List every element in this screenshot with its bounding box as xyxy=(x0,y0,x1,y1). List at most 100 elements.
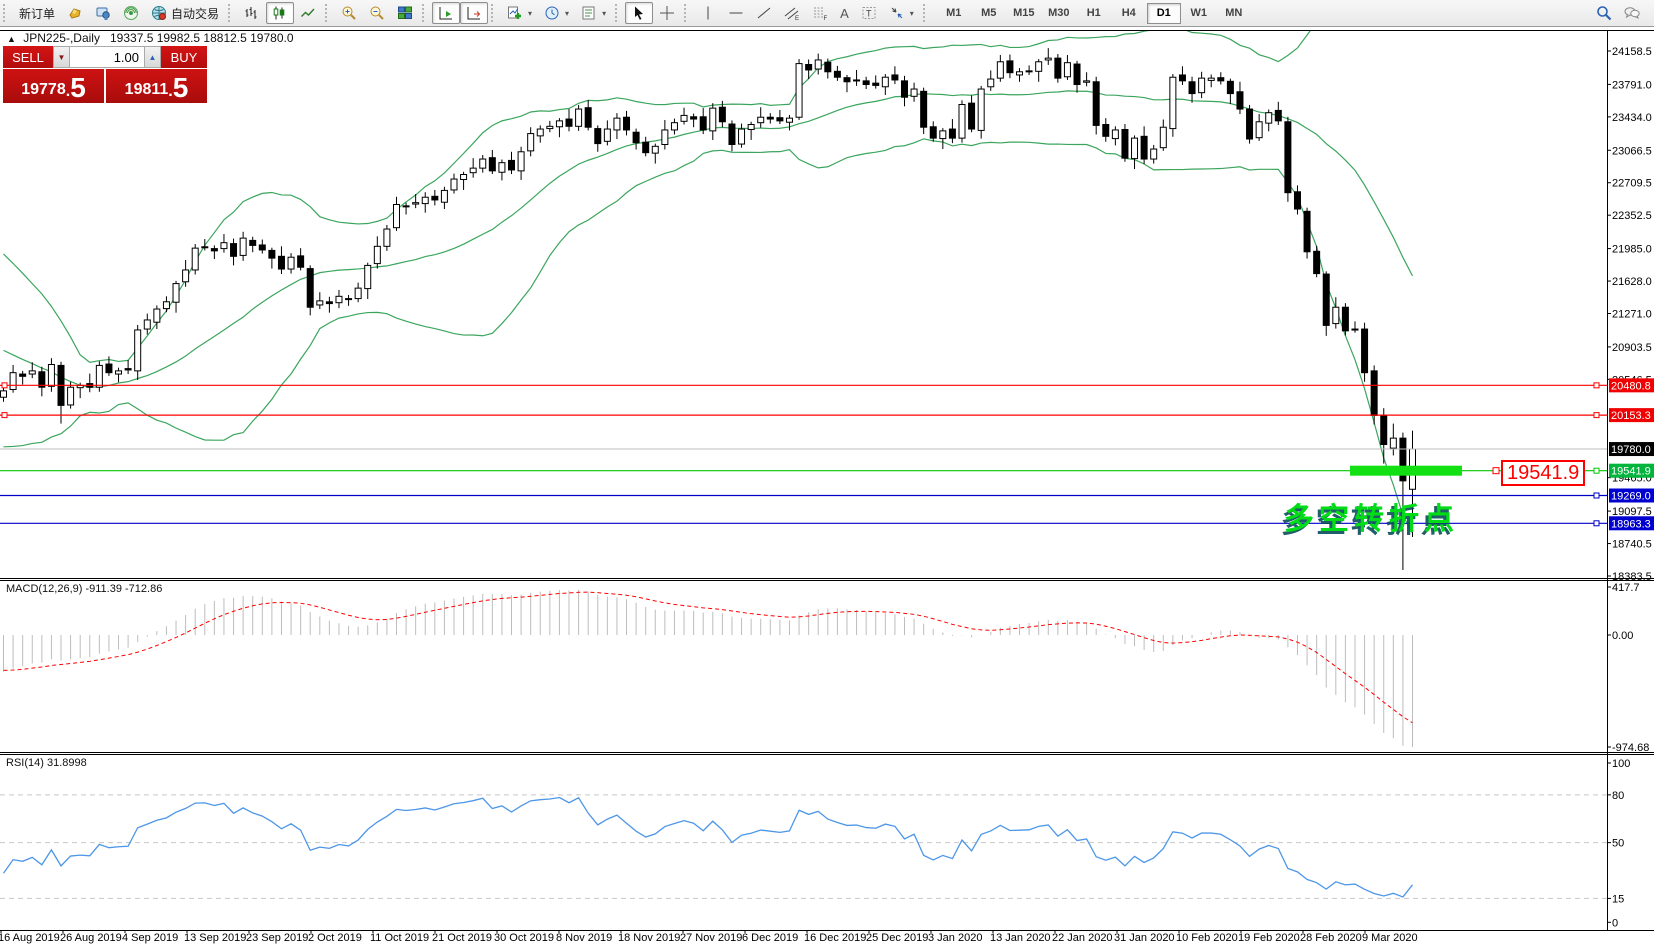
chart-canvas: 24158.523791.023434.023066.522709.522352… xyxy=(0,0,1654,944)
trendline-icon xyxy=(756,5,772,21)
level-handle[interactable] xyxy=(1594,383,1599,388)
date-axis[interactable]: 16 Aug 201926 Aug 20194 Sep 201913 Sep 2… xyxy=(0,930,1418,944)
arrows-dropdown-arrow[interactable]: ▾ xyxy=(910,9,914,18)
svg-text:20903.5: 20903.5 xyxy=(1612,342,1652,354)
chat-button[interactable] xyxy=(1618,2,1646,24)
rsi-line xyxy=(4,798,1413,897)
highlighted-price-label[interactable]: 19541.9 xyxy=(1501,460,1585,486)
signals-button[interactable] xyxy=(117,2,145,24)
horizontal-line-button[interactable] xyxy=(722,2,750,24)
svg-text:20153.3: 20153.3 xyxy=(1611,410,1651,422)
text-tool-button[interactable]: A xyxy=(834,2,855,24)
crosshair-button[interactable] xyxy=(653,2,681,24)
gold-nugget-icon xyxy=(67,5,83,21)
zoom-out-icon xyxy=(369,5,385,21)
sell-price-panel[interactable]: 19778.5 xyxy=(3,69,104,103)
timeframe-button-h4[interactable]: H4 xyxy=(1112,3,1146,24)
timeframe-button-m5[interactable]: M5 xyxy=(972,3,1006,24)
chart-shift-icon xyxy=(466,5,482,21)
bar-chart-button[interactable] xyxy=(238,2,266,24)
sell-button[interactable]: SELL xyxy=(3,46,53,68)
level-handle[interactable] xyxy=(2,413,7,418)
svg-text:10 Feb 2020: 10 Feb 2020 xyxy=(1176,932,1238,944)
auto-scroll-button[interactable] xyxy=(432,2,460,24)
chart-shift-button[interactable] xyxy=(460,2,488,24)
svg-text:19269.0: 19269.0 xyxy=(1611,491,1651,503)
timeframe-button-m1[interactable]: M1 xyxy=(937,3,971,24)
candlestick-chart-icon xyxy=(272,5,288,21)
macd-indicator-label: MACD(12,26,9) -911.39 -712.86 xyxy=(6,583,162,595)
price-axis[interactable]: 24158.523791.023434.023066.522709.522352… xyxy=(1607,46,1654,929)
buy-button[interactable]: BUY xyxy=(161,46,207,68)
svg-text:T: T xyxy=(866,9,872,19)
indicators-button[interactable]: ▾ xyxy=(501,2,538,24)
vertical-line-button[interactable] xyxy=(694,2,722,24)
cursor-icon xyxy=(631,5,647,21)
line-chart-button[interactable] xyxy=(294,2,322,24)
bar-chart-icon xyxy=(244,5,260,21)
sell-price-main: 19778 xyxy=(21,79,66,101)
collapse-one-click-icon[interactable]: ▲ xyxy=(7,34,16,44)
svg-text:18963.3: 18963.3 xyxy=(1611,518,1651,530)
label-tool-button[interactable]: T xyxy=(855,2,883,24)
search-icon xyxy=(1596,5,1612,21)
candlestick-chart-button[interactable] xyxy=(266,2,294,24)
timeframe-button-d1[interactable]: D1 xyxy=(1147,3,1181,24)
cursor-button[interactable] xyxy=(625,2,653,24)
search-button[interactable] xyxy=(1590,2,1618,24)
tile-windows-button[interactable] xyxy=(391,2,419,24)
toolbar-grip xyxy=(325,4,332,22)
periods-clock-icon xyxy=(544,5,560,21)
market-depth-button[interactable] xyxy=(89,2,117,24)
volume-input[interactable]: 1.00 xyxy=(70,46,144,68)
level-handle[interactable] xyxy=(1594,521,1599,526)
volume-decrease-button[interactable]: ▼ xyxy=(53,46,70,68)
svg-text:20480.8: 20480.8 xyxy=(1611,380,1651,392)
big-label-handle[interactable] xyxy=(1493,468,1499,474)
toolbar-grip xyxy=(684,4,691,22)
fibonacci-button[interactable]: F xyxy=(806,2,834,24)
timeframe-button-h1[interactable]: H1 xyxy=(1077,3,1111,24)
templates-button[interactable]: ▾ xyxy=(575,2,612,24)
new-order-button[interactable]: 新订单 xyxy=(13,2,61,24)
buy-price-panel[interactable]: 19811.5 xyxy=(106,69,207,103)
svg-text:8 Nov 2019: 8 Nov 2019 xyxy=(556,932,612,944)
svg-text:22709.5: 22709.5 xyxy=(1612,178,1652,190)
level-handle[interactable] xyxy=(1594,468,1599,473)
periods-dropdown-arrow[interactable]: ▾ xyxy=(565,9,569,18)
arrows-tool-button[interactable]: ▾ xyxy=(883,2,920,24)
periods-button[interactable]: ▾ xyxy=(538,2,575,24)
bollinger-upper-band xyxy=(4,0,1413,362)
zoom-in-button[interactable] xyxy=(335,2,363,24)
timeframe-button-w1[interactable]: W1 xyxy=(1182,3,1216,24)
level-handle[interactable] xyxy=(1594,493,1599,498)
autotrading-button[interactable]: 自动交易 xyxy=(145,2,225,24)
highlight-bar[interactable] xyxy=(1350,466,1462,476)
gold-nugget-button[interactable] xyxy=(61,2,89,24)
trendline-button[interactable] xyxy=(750,2,778,24)
toolbar-grip xyxy=(491,4,498,22)
timeframe-toolbar: M1M5M15M30H1H4D1W1MN xyxy=(937,3,1251,24)
toolbar-grip xyxy=(422,4,429,22)
level-handle[interactable] xyxy=(2,383,7,388)
timeframe-button-mn[interactable]: MN xyxy=(1217,3,1251,24)
volume-increase-button[interactable]: ▲ xyxy=(144,46,161,68)
macd-pane xyxy=(4,590,1413,747)
rsi-indicator-label: RSI(14) 31.8998 xyxy=(6,757,87,769)
bollinger-lower-band xyxy=(4,139,1413,533)
vertical-line-icon xyxy=(700,5,716,21)
macd-signal-line xyxy=(4,592,1413,723)
equidistant-channel-button[interactable]: E xyxy=(778,2,806,24)
indicators-dropdown-arrow[interactable]: ▾ xyxy=(528,9,532,18)
svg-text:22 Jan 2020: 22 Jan 2020 xyxy=(1052,932,1113,944)
svg-text:9 Mar 2020: 9 Mar 2020 xyxy=(1362,932,1418,944)
zoom-out-button[interactable] xyxy=(363,2,391,24)
level-handle[interactable] xyxy=(1594,413,1599,418)
svg-text:100: 100 xyxy=(1612,758,1630,770)
templates-dropdown-arrow[interactable]: ▾ xyxy=(602,9,606,18)
buy-price-main: 19811 xyxy=(125,79,169,101)
timeframe-button-m15[interactable]: M15 xyxy=(1007,3,1041,24)
turning-point-annotation[interactable]: 多空转折点 xyxy=(1284,494,1459,538)
timeframe-button-m30[interactable]: M30 xyxy=(1042,3,1076,24)
svg-text:6 Dec 2019: 6 Dec 2019 xyxy=(742,932,798,944)
